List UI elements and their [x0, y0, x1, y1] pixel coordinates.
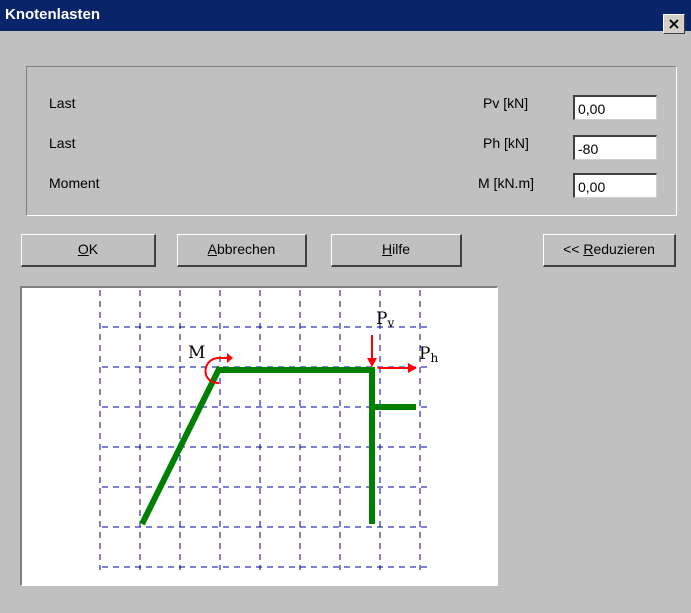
- title-bar: Knotenlasten ×: [0, 0, 691, 34]
- load-pv-label: Last: [49, 95, 76, 111]
- pv-unit-label: Pv [kN]: [483, 95, 529, 111]
- reduce-button[interactable]: << Reduzieren: [543, 234, 676, 267]
- ph-input[interactable]: -80: [573, 135, 657, 160]
- moment-label: Moment: [49, 175, 100, 191]
- moment-symbol: M: [188, 343, 205, 363]
- close-button[interactable]: ×: [663, 14, 685, 34]
- ph-arrow-icon: [378, 363, 417, 373]
- frame-members: [139, 365, 416, 526]
- load-ph-label: Last: [49, 135, 76, 151]
- pv-arrow-icon: [367, 335, 377, 367]
- pv-symbol: Pv: [376, 309, 394, 330]
- ph-symbol: Ph: [419, 344, 438, 365]
- help-button[interactable]: Hilfe: [331, 234, 462, 267]
- moment-unit-label: M [kN.m]: [478, 175, 534, 191]
- moment-input[interactable]: 0,00: [573, 173, 657, 198]
- window-title: Knotenlasten: [5, 6, 101, 23]
- pv-input[interactable]: 0,00: [573, 95, 657, 120]
- ok-button[interactable]: OK: [21, 234, 156, 267]
- frame-diagram: M Pv Ph: [99, 290, 438, 570]
- grid-lines: [99, 290, 427, 570]
- ph-unit-label: Ph [kN]: [483, 135, 529, 151]
- cancel-button[interactable]: Abbrechen: [177, 234, 307, 267]
- diagram-canvas: M Pv Ph: [20, 286, 498, 586]
